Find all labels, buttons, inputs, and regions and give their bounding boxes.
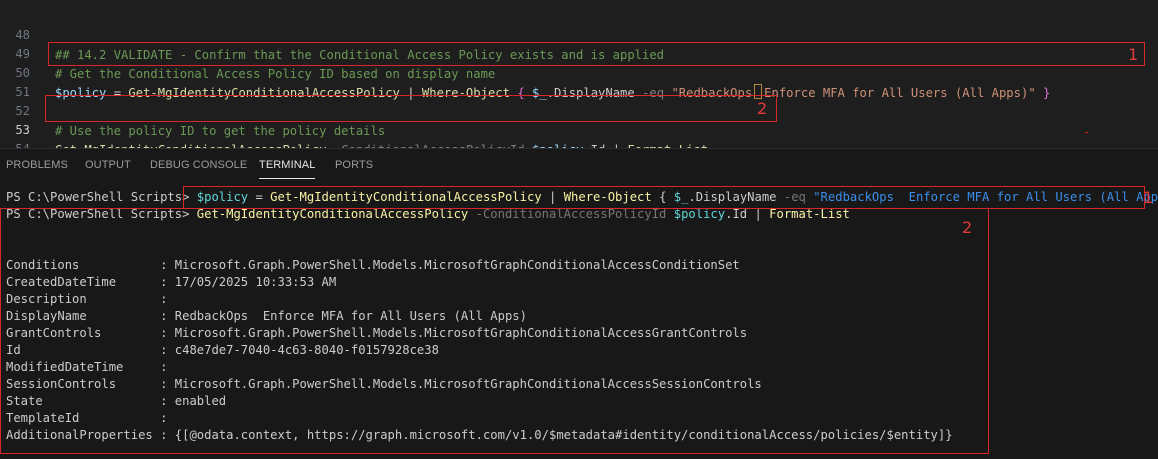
code-editor[interactable]: 48 ## 14.2 VALIDATE - Confirm that the C… xyxy=(0,0,1158,157)
terminal-prompt: PS C:\PowerShell Scripts> xyxy=(6,190,190,204)
tab-ports[interactable]: PORTS xyxy=(335,159,373,171)
annotation-number-2: 2 xyxy=(962,218,973,237)
code-line-48[interactable]: 48 ## 14.2 VALIDATE - Confirm that the C… xyxy=(0,5,1158,62)
annotation-number-1: 1 xyxy=(1143,188,1154,207)
annotation-box-1 xyxy=(183,186,1145,209)
tab-problems[interactable]: PROBLEMS xyxy=(6,159,68,171)
tab-output[interactable]: OUTPUT xyxy=(85,159,131,171)
panel-tabs: PROBLEMS OUTPUT DEBUG CONSOLE TERMINAL P… xyxy=(0,149,1158,183)
annotation-box-1 xyxy=(48,42,1145,66)
code-line-54[interactable]: 54 xyxy=(0,119,1158,156)
bottom-panel: PROBLEMS OUTPUT DEBUG CONSOLE TERMINAL P… xyxy=(0,148,1158,459)
annotation-number-1: 1 xyxy=(1128,45,1139,64)
tab-debug-console[interactable]: DEBUG CONSOLE xyxy=(150,159,247,171)
annotation-mark xyxy=(1085,132,1088,133)
code-line-49[interactable]: 49 # Get the Conditional Access Policy I… xyxy=(0,24,1158,81)
annotation-box-2 xyxy=(0,208,989,454)
annotation-number-2: 2 xyxy=(757,99,768,118)
annotation-box-2 xyxy=(45,95,777,122)
tab-terminal[interactable]: TERMINAL xyxy=(259,159,316,179)
